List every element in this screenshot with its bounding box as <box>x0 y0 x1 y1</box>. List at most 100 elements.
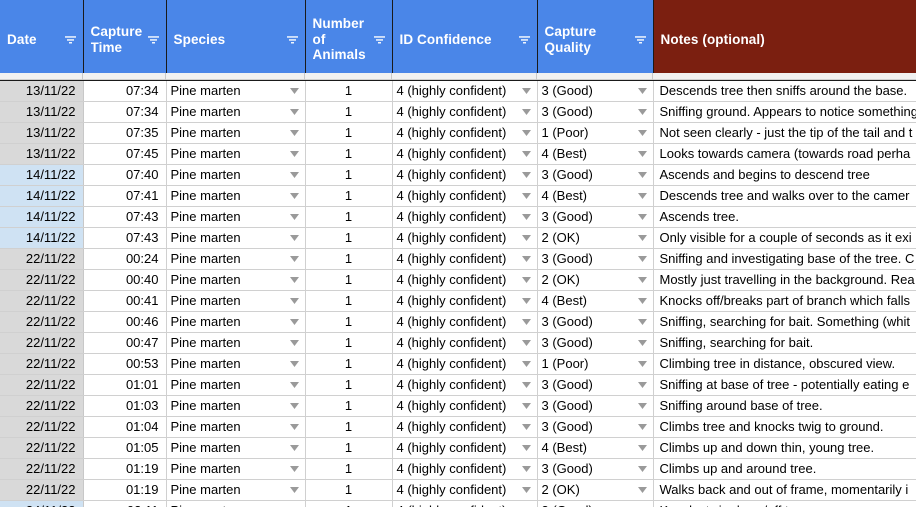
cell-notes[interactable]: Sniffing, searching for bait. <box>653 332 916 354</box>
cell-species[interactable]: Pine marten <box>166 80 306 102</box>
cell-capture-time[interactable]: 00:40 <box>83 269 167 291</box>
table-row[interactable]: 13/11/22 07:34 Pine marten 1 4 (highly confi… <box>0 101 916 123</box>
cell-capture-quality[interactable]: 2 (OK) <box>537 269 654 291</box>
cell-number-of-animals[interactable]: 1 <box>305 122 393 144</box>
chevron-down-icon[interactable] <box>637 361 647 367</box>
chevron-down-icon[interactable] <box>521 382 531 388</box>
table-row[interactable]: 13/11/22 07:45 Pine marten 1 4 (highly confi… <box>0 143 916 165</box>
cell-capture-time[interactable]: 07:40 <box>83 164 167 186</box>
cell-number-of-animals[interactable]: 1 <box>305 80 393 102</box>
cell-capture-time[interactable]: 00:46 <box>83 311 167 333</box>
cell-capture-quality[interactable]: 3 (Good) <box>537 311 654 333</box>
column-header-time[interactable]: Capture Time <box>83 0 167 81</box>
cell-capture-time[interactable]: 07:35 <box>83 122 167 144</box>
cell-notes[interactable]: Climbing tree in distance, obscured view… <box>653 353 916 375</box>
filter-icon[interactable] <box>147 33 160 46</box>
chevron-down-icon[interactable] <box>637 466 647 472</box>
chevron-down-icon[interactable] <box>289 466 299 472</box>
cell-capture-quality[interactable]: 3 (Good) <box>537 164 654 186</box>
cell-date[interactable]: 22/11/22 <box>0 332 84 354</box>
chevron-down-icon[interactable] <box>637 235 647 241</box>
table-row[interactable]: 14/11/22 07:40 Pine marten 1 4 (highly confi… <box>0 164 916 186</box>
chevron-down-icon[interactable] <box>637 214 647 220</box>
cell-species[interactable]: Pine marten <box>166 122 306 144</box>
chevron-down-icon[interactable] <box>521 151 531 157</box>
chevron-down-icon[interactable] <box>521 88 531 94</box>
cell-species[interactable]: Pine marten <box>166 458 306 480</box>
cell-id-confidence[interactable]: 4 (highly confident) <box>392 290 538 312</box>
cell-id-confidence[interactable]: 4 (highly confident) <box>392 353 538 375</box>
cell-capture-time[interactable]: 00:53 <box>83 353 167 375</box>
cell-species[interactable]: Pine marten <box>166 416 306 438</box>
chevron-down-icon[interactable] <box>289 487 299 493</box>
cell-id-confidence[interactable]: 4 (highly confident) <box>392 458 538 480</box>
cell-id-confidence[interactable]: 4 (highly confident) <box>392 311 538 333</box>
cell-species[interactable]: Pine marten <box>166 479 306 501</box>
cell-number-of-animals[interactable]: 1 <box>305 353 393 375</box>
cell-id-confidence[interactable]: 4 (highly confident) <box>392 332 538 354</box>
filter-icon[interactable] <box>286 33 299 46</box>
cell-id-confidence[interactable]: 4 (highly confident) <box>392 101 538 123</box>
cell-capture-quality[interactable]: 2 (OK) <box>537 227 654 249</box>
table-row[interactable]: 22/11/22 01:03 Pine marten 1 4 (highly confi… <box>0 395 916 417</box>
chevron-down-icon[interactable] <box>521 487 531 493</box>
chevron-down-icon[interactable] <box>521 319 531 325</box>
table-row[interactable]: 24/11/22 02:11 Pine marten 1 4 (highly confi… <box>0 500 916 507</box>
chevron-down-icon[interactable] <box>289 88 299 94</box>
table-row[interactable]: 13/11/22 07:35 Pine marten 1 4 (highly confi… <box>0 122 916 144</box>
cell-id-confidence[interactable]: 4 (highly confident) <box>392 164 538 186</box>
cell-number-of-animals[interactable]: 1 <box>305 206 393 228</box>
chevron-down-icon[interactable] <box>289 235 299 241</box>
cell-capture-time[interactable]: 07:43 <box>83 206 167 228</box>
chevron-down-icon[interactable] <box>289 193 299 199</box>
chevron-down-icon[interactable] <box>521 424 531 430</box>
cell-id-confidence[interactable]: 4 (highly confident) <box>392 269 538 291</box>
chevron-down-icon[interactable] <box>521 445 531 451</box>
chevron-down-icon[interactable] <box>637 172 647 178</box>
column-header-species[interactable]: Species <box>166 0 306 81</box>
cell-species[interactable]: Pine marten <box>166 332 306 354</box>
cell-capture-time[interactable]: 01:03 <box>83 395 167 417</box>
chevron-down-icon[interactable] <box>289 277 299 283</box>
cell-id-confidence[interactable]: 4 (highly confident) <box>392 185 538 207</box>
cell-capture-time[interactable]: 01:05 <box>83 437 167 459</box>
cell-date[interactable]: 22/11/22 <box>0 416 84 438</box>
cell-notes[interactable]: Knocks twig down/off tree. <box>653 500 916 507</box>
cell-date[interactable]: 14/11/22 <box>0 185 84 207</box>
chevron-down-icon[interactable] <box>637 277 647 283</box>
cell-capture-quality[interactable]: 4 (Best) <box>537 290 654 312</box>
chevron-down-icon[interactable] <box>521 403 531 409</box>
cell-capture-quality[interactable]: 3 (Good) <box>537 101 654 123</box>
chevron-down-icon[interactable] <box>521 109 531 115</box>
cell-id-confidence[interactable]: 4 (highly confident) <box>392 500 538 507</box>
cell-capture-quality[interactable]: 3 (Good) <box>537 395 654 417</box>
cell-number-of-animals[interactable]: 1 <box>305 101 393 123</box>
cell-date[interactable]: 13/11/22 <box>0 143 84 165</box>
cell-date[interactable]: 13/11/22 <box>0 80 84 102</box>
cell-species[interactable]: Pine marten <box>166 269 306 291</box>
chevron-down-icon[interactable] <box>521 277 531 283</box>
cell-species[interactable]: Pine marten <box>166 248 306 270</box>
cell-date[interactable]: 22/11/22 <box>0 479 84 501</box>
chevron-down-icon[interactable] <box>637 340 647 346</box>
cell-notes[interactable]: Climbs up and around tree. <box>653 458 916 480</box>
table-row[interactable]: 22/11/22 01:01 Pine marten 1 4 (highly confi… <box>0 374 916 396</box>
cell-capture-quality[interactable]: 1 (Poor) <box>537 122 654 144</box>
cell-number-of-animals[interactable]: 1 <box>305 143 393 165</box>
filter-icon[interactable] <box>64 33 77 46</box>
chevron-down-icon[interactable] <box>637 88 647 94</box>
chevron-down-icon[interactable] <box>521 193 531 199</box>
cell-capture-time[interactable]: 07:34 <box>83 80 167 102</box>
chevron-down-icon[interactable] <box>289 172 299 178</box>
cell-capture-quality[interactable]: 3 (Good) <box>537 206 654 228</box>
cell-species[interactable]: Pine marten <box>166 374 306 396</box>
cell-id-confidence[interactable]: 4 (highly confident) <box>392 437 538 459</box>
chevron-down-icon[interactable] <box>289 298 299 304</box>
cell-id-confidence[interactable]: 4 (highly confident) <box>392 227 538 249</box>
cell-notes[interactable]: Mostly just travelling in the background… <box>653 269 916 291</box>
cell-number-of-animals[interactable]: 1 <box>305 374 393 396</box>
cell-date[interactable]: 22/11/22 <box>0 269 84 291</box>
cell-date[interactable]: 14/11/22 <box>0 164 84 186</box>
table-row[interactable]: 22/11/22 00:47 Pine marten 1 4 (highly confi… <box>0 332 916 354</box>
cell-date[interactable]: 22/11/22 <box>0 395 84 417</box>
